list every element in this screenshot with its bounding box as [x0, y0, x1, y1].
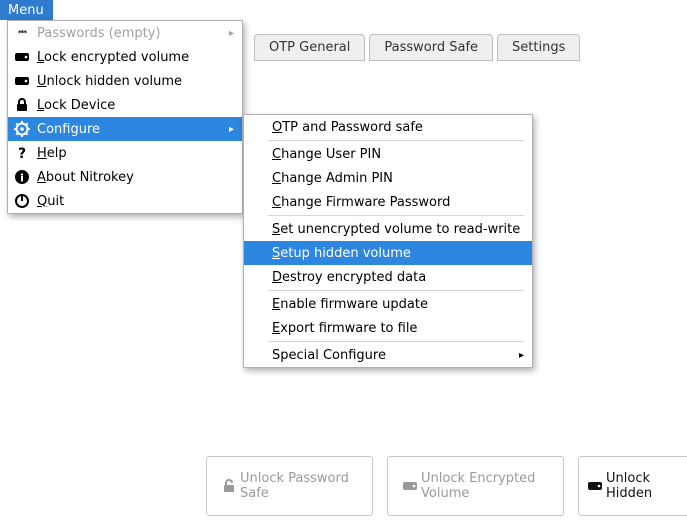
- submenu-separator: [268, 341, 524, 342]
- menu-item-lock-device[interactable]: Lock Device: [8, 93, 242, 117]
- chevron-right-icon: ▸: [229, 124, 234, 135]
- submenu-item-label: Change Firmware Password: [272, 195, 450, 210]
- submenu-item-change-admin-pin[interactable]: Change Admin PIN: [244, 166, 532, 190]
- drive-icon: [402, 478, 418, 494]
- submenu-item-otp-password-safe[interactable]: OTP and Password safe: [244, 115, 532, 139]
- submenu-item-change-firmware-password[interactable]: Change Firmware Password: [244, 190, 532, 214]
- menu-button[interactable]: Menu: [0, 0, 53, 20]
- button-label: Unlock Password Safe: [240, 471, 358, 501]
- gear-icon: [14, 121, 30, 137]
- tab-password-safe[interactable]: Password Safe: [369, 34, 493, 61]
- submenu-item-label: Change User PIN: [272, 147, 381, 162]
- submenu-item-label: Special Configure: [272, 348, 386, 363]
- menu-item-lock-encrypted[interactable]: Lock encrypted volume: [8, 45, 242, 69]
- unlock-icon: [221, 478, 237, 494]
- submenu-item-setup-hidden-volume[interactable]: Setup hidden volume: [244, 241, 532, 265]
- submenu-item-change-user-pin[interactable]: Change User PIN: [244, 142, 532, 166]
- submenu-item-label: Change Admin PIN: [272, 171, 393, 186]
- submenu-item-set-unenc-rw[interactable]: Set unencrypted volume to read-write: [244, 217, 532, 241]
- submenu-item-special-configure[interactable]: Special Configure: [244, 343, 532, 367]
- submenu-separator: [268, 290, 524, 291]
- main-menu-dropdown: *** Passwords (empty) ▸ Lock encrypted v…: [7, 20, 243, 214]
- button-label: Unlock Encrypted Volume: [421, 471, 549, 501]
- menu-item-label: Help: [37, 146, 67, 161]
- menu-button-label: Menu: [8, 3, 44, 18]
- menu-item-label: Lock Device: [37, 98, 115, 113]
- menu-item-label: Passwords (empty): [37, 26, 160, 41]
- power-icon: [14, 193, 30, 209]
- submenu-item-label: Enable firmware update: [272, 297, 428, 312]
- menu-item-label: Lock encrypted volume: [37, 50, 189, 65]
- menu-item-label: Configure: [37, 122, 100, 137]
- submenu-item-enable-firmware-update[interactable]: Enable firmware update: [244, 292, 532, 316]
- submenu-separator: [268, 140, 524, 141]
- menu-item-unlock-hidden[interactable]: Unlock hidden volume: [8, 69, 242, 93]
- submenu-item-label: Setup hidden volume: [272, 246, 411, 261]
- configure-submenu: OTP and Password safe Change User PIN Ch…: [243, 114, 533, 368]
- menu-item-quit[interactable]: Quit: [8, 189, 242, 213]
- tab-otp-general[interactable]: OTP General: [254, 34, 365, 61]
- submenu-item-label: Destroy encrypted data: [272, 270, 426, 285]
- tab-settings[interactable]: Settings: [497, 34, 580, 61]
- button-unlock-hidden-volume[interactable]: Unlock Hidden: [578, 456, 687, 516]
- menu-item-passwords: *** Passwords (empty) ▸: [8, 21, 242, 45]
- submenu-separator: [268, 215, 524, 216]
- submenu-item-export-firmware[interactable]: Export firmware to file: [244, 316, 532, 340]
- menu-item-label: Quit: [37, 194, 64, 209]
- lock-icon: [14, 97, 30, 113]
- asterisks-icon: ***: [14, 25, 30, 41]
- info-icon: i: [14, 169, 30, 185]
- menu-item-help[interactable]: ? Help: [8, 141, 242, 165]
- svg-text:?: ?: [18, 146, 26, 161]
- menu-item-label: About Nitrokey: [37, 170, 134, 185]
- submenu-item-label: Export firmware to file: [272, 321, 417, 336]
- button-unlock-password-safe[interactable]: Unlock Password Safe: [206, 456, 373, 516]
- submenu-item-destroy-encrypted[interactable]: Destroy encrypted data: [244, 265, 532, 289]
- submenu-item-label: OTP and Password safe: [272, 120, 423, 135]
- svg-text:i: i: [20, 172, 24, 185]
- chevron-right-icon: ▸: [229, 28, 234, 39]
- help-icon: ?: [14, 145, 30, 161]
- menu-item-about[interactable]: i About Nitrokey: [8, 165, 242, 189]
- drive-icon: [14, 49, 30, 65]
- drive-icon: [14, 73, 30, 89]
- submenu-item-label: Set unencrypted volume to read-write: [272, 222, 520, 237]
- bottom-actions: Unlock Password Safe Unlock Encrypted Vo…: [206, 456, 687, 516]
- menu-item-label: Unlock hidden volume: [37, 74, 182, 89]
- button-label: Unlock Hidden: [606, 471, 676, 501]
- drive-icon: [587, 478, 603, 494]
- menu-item-configure[interactable]: Configure ▸: [8, 117, 242, 141]
- button-unlock-encrypted-volume[interactable]: Unlock Encrypted Volume: [387, 456, 564, 516]
